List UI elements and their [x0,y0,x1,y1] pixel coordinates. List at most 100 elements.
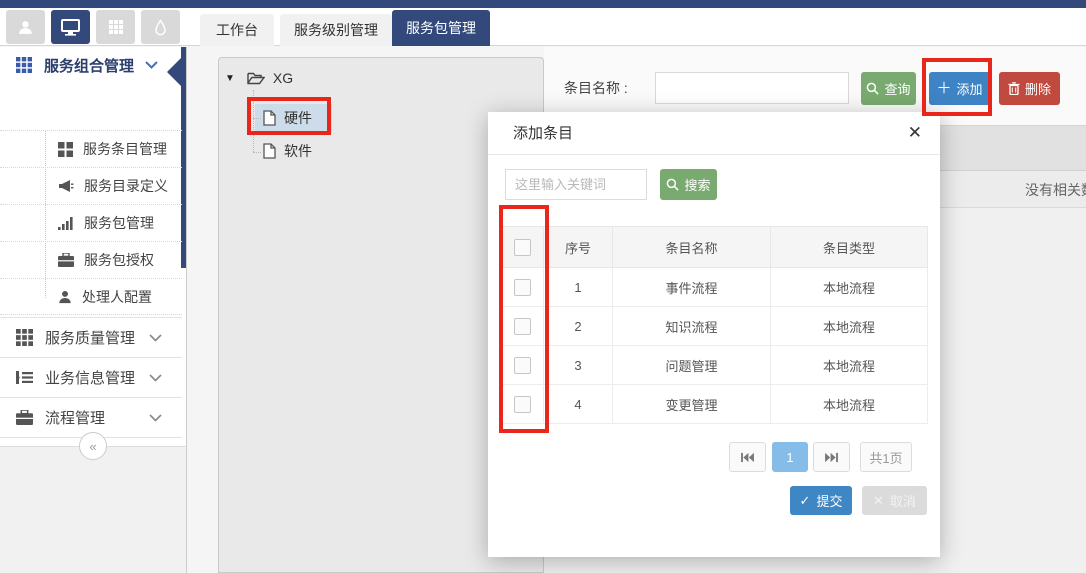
megaphone-icon [58,179,74,193]
tree-connector [253,118,261,119]
cell-name: 知识流程 [613,307,771,346]
column-header-type: 条目类型 [771,227,928,268]
item-label: 服务目录定义 [84,176,168,196]
user-icon [17,19,34,36]
cell-type: 本地流程 [771,346,928,385]
button-label: 搜索 [684,175,710,194]
tab-service-package[interactable]: 服务包管理 [392,10,490,46]
cell-type: 本地流程 [771,385,928,424]
last-page-button[interactable] [813,442,850,472]
row-checkbox[interactable] [514,279,531,296]
search-icon [866,82,879,95]
trash-icon [1008,82,1020,95]
bar-chart-icon [58,216,74,230]
query-button[interactable]: 查询 [861,72,916,105]
item-label: 处理人配置 [82,287,152,307]
total-pages-label: 共1页 [869,448,902,467]
keyword-search-input[interactable] [505,169,647,200]
add-button[interactable]: ＋ 添加 [929,72,990,105]
item-label: 服务包管理 [84,213,154,233]
flask-module-button[interactable] [141,10,180,44]
tree-node-root[interactable]: ▼ XG [225,70,293,86]
list-icon [16,370,33,385]
table-row: 3 问题管理 本地流程 [501,346,928,385]
entry-name-input[interactable] [655,72,849,104]
search-icon [666,178,679,191]
cell-no: 1 [544,268,613,307]
table-header-row: 序号 条目名称 条目类型 [501,227,928,268]
plus-icon: ＋ [936,81,951,96]
button-label: 提交 [816,491,842,510]
collapse-icon: « [89,439,96,454]
table-row: 2 知识流程 本地流程 [501,307,928,346]
user-icon [58,290,72,304]
grid-module-button[interactable] [96,10,135,44]
grid-icon [16,57,32,73]
page-button-1[interactable]: 1 [772,442,808,472]
sidebar-item-service-catalog-def[interactable]: 服务目录定义 [0,167,182,204]
flask-icon [153,19,168,36]
tree-node-label: 软件 [284,141,312,161]
page-number: 1 [786,450,793,465]
cancel-button[interactable]: ✕ 取消 [862,486,927,515]
row-checkbox[interactable] [514,318,531,335]
chevron-down-icon [149,374,162,382]
file-icon [263,110,276,126]
sidebar-item-service-package-auth[interactable]: 服务包授权 [0,241,182,278]
chevron-down-icon [149,334,162,342]
button-label: 取消 [890,491,916,510]
cell-no: 3 [544,346,613,385]
sidebar-collapse-button[interactable]: « [79,432,107,460]
sidebar-section-process-mgmt[interactable]: 流程管理 [0,397,182,437]
sidebar: 服务组合管理 服务条目管理 服务目录定义 服务包管理 服务包授权 处理人配置 [0,47,187,573]
row-checkbox[interactable] [514,396,531,413]
cell-name: 问题管理 [613,346,771,385]
tree-node-label: XG [273,70,293,86]
chevron-down-icon [149,414,162,422]
entry-selection-table: 序号 条目名称 条目类型 1 事件流程 本地流程 2 知识流程 本地流程 3 问… [500,226,928,424]
submit-button[interactable]: ✓ 提交 [790,486,852,515]
chevron-down-icon [145,61,158,69]
row-checkbox[interactable] [514,357,531,374]
header-row: 工作台 服务级别管理 服务包管理 [0,8,1086,46]
top-accent-bar [0,0,1086,8]
blocks-icon [58,142,73,157]
item-label: 服务条目管理 [83,139,167,159]
sidebar-item-service-package-mgmt[interactable]: 服务包管理 [0,204,182,241]
tab-service-level[interactable]: 服务级别管理 [280,14,392,46]
briefcase-icon [58,253,74,267]
column-header-no: 序号 [544,227,613,268]
sidebar-section-service-portfolio[interactable]: 服务组合管理 [0,47,182,83]
first-page-icon [740,452,755,463]
user-module-button[interactable] [6,10,45,44]
tree-node-software[interactable]: 软件 [263,141,312,161]
section-label: 服务质量管理 [45,327,135,348]
first-page-button[interactable] [729,442,766,472]
total-pages-indicator: 共1页 [860,442,912,472]
tab-workbench[interactable]: 工作台 [200,14,274,46]
item-label: 服务包授权 [84,250,154,270]
monitor-module-button[interactable] [51,10,90,44]
section-label: 服务组合管理 [44,55,134,76]
tab-label: 工作台 [216,20,258,40]
cell-name: 事件流程 [613,268,771,307]
dialog-title: 添加条目 [513,112,573,155]
select-all-checkbox[interactable] [514,239,531,256]
table-row: 4 变更管理 本地流程 [501,385,928,424]
search-button[interactable]: 搜索 [660,169,717,200]
sidebar-item-handler-config[interactable]: 处理人配置 [0,278,182,315]
tree-node-label: 硬件 [284,108,312,128]
cell-no: 4 [544,385,613,424]
tree-node-hardware[interactable]: 硬件 [263,108,312,128]
close-icon[interactable]: ✕ [908,123,922,143]
cell-name: 变更管理 [613,385,771,424]
monitor-icon [61,19,80,36]
triangle-down-icon: ▼ [225,73,235,84]
delete-button[interactable]: 删除 [999,72,1060,105]
briefcase-icon [16,410,33,425]
add-entry-dialog: 添加条目 ✕ 搜索 序号 条目名称 条目类型 1 事件流程 本地流程 2 知识流… [488,112,940,557]
sidebar-section-service-quality[interactable]: 服务质量管理 [0,317,182,357]
sidebar-section-business-info[interactable]: 业务信息管理 [0,357,182,397]
section-label: 流程管理 [45,407,105,428]
sidebar-item-service-entry-mgmt[interactable]: 服务条目管理 [0,130,182,167]
